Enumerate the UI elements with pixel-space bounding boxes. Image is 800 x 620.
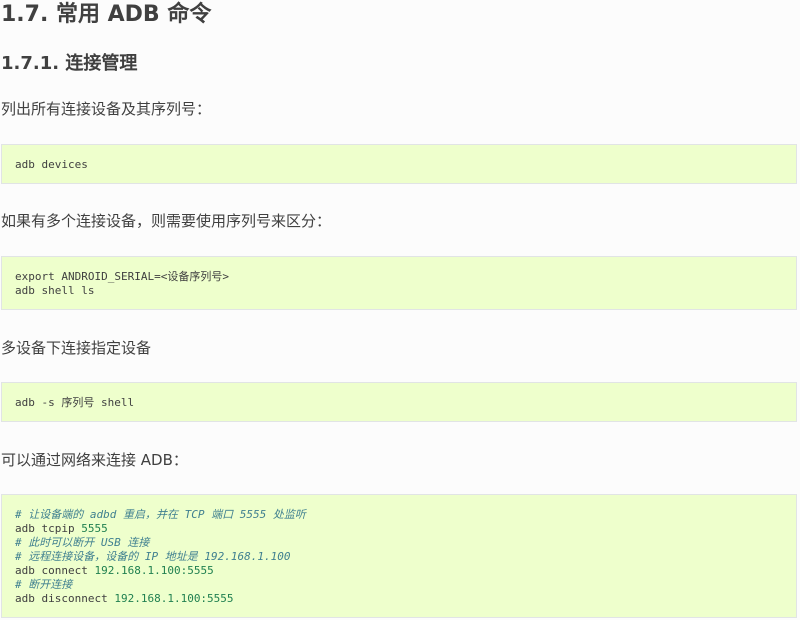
code-comment: # 断开连接 <box>15 578 73 591</box>
paragraph-network-adb: 可以通过网络来连接 ADB： <box>1 451 188 469</box>
code-block-serial[interactable]: export ANDROID_SERIAL=<设备序列号> adb shell l… <box>1 256 797 310</box>
code-line: adb disconnect 192.168.1.100:5555 <box>15 592 783 606</box>
code-line: adb -s 序列号 shell <box>15 396 135 409</box>
paragraph-multiple-devices: 如果有多个连接设备，则需要使用序列号来区分： <box>1 212 332 230</box>
code-line: adb connect 192.168.1.100:5555 <box>15 564 783 578</box>
code-command: adb connect <box>15 564 95 577</box>
section-heading: 1.7. 常用 ADB 命令 <box>1 2 212 27</box>
code-block-devices[interactable]: adb devices <box>1 144 797 184</box>
code-argument: 192.168.1.100:5555 <box>94 564 214 577</box>
code-comment: # 远程连接设备，设备的 IP 地址是 192.168.1.100 <box>15 550 291 563</box>
subsection-heading: 1.7.1. 连接管理 <box>1 53 138 74</box>
code-block-network[interactable]: # 让设备端的 adbd 重启，并在 TCP 端口 5555 处监听 adb tc… <box>1 494 797 618</box>
code-argument: 192.168.1.100:5555 <box>114 592 234 605</box>
paragraph-list-devices: 列出所有连接设备及其序列号： <box>1 100 212 118</box>
code-line: adb tcpip 5555 <box>15 522 783 536</box>
paragraph-specific-device: 多设备下连接指定设备 <box>1 339 152 357</box>
code-block-specific-device[interactable]: adb -s 序列号 shell <box>1 382 797 422</box>
code-argument: 5555 <box>81 522 108 535</box>
code-comment: # 让设备端的 adbd 重启，并在 TCP 端口 5555 处监听 <box>15 508 306 521</box>
code-comment: # 此时可以断开 USB 连接 <box>15 536 150 549</box>
code-line: export ANDROID_SERIAL=<设备序列号> <box>15 270 229 283</box>
code-command: adb disconnect <box>15 592 115 605</box>
code-line: adb shell ls <box>15 284 95 297</box>
code-line: adb devices <box>15 158 88 171</box>
code-command: adb tcpip <box>15 522 82 535</box>
